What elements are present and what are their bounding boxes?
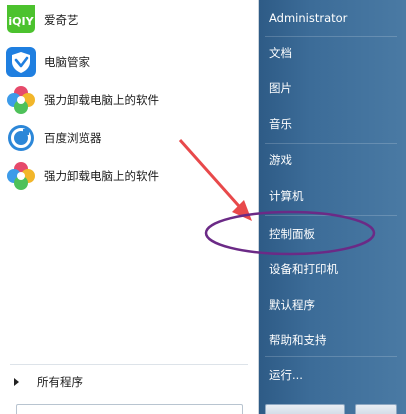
- shutdown-options-button[interactable]: [355, 404, 397, 414]
- user-name[interactable]: Administrator: [269, 8, 347, 28]
- program-label: 电脑管家: [44, 55, 90, 69]
- iqiyi-icon: iQIY: [6, 0, 36, 35]
- triangle-right-icon: [14, 378, 19, 386]
- uninstall-tool-icon: [6, 161, 36, 191]
- divider: [265, 356, 397, 357]
- divider: [10, 364, 248, 365]
- menu-item-music[interactable]: 音乐: [269, 114, 292, 134]
- menu-item-control-panel[interactable]: 控制面板: [269, 224, 315, 244]
- menu-item-run[interactable]: 运行...: [269, 365, 303, 385]
- menu-item-devices-printers[interactable]: 设备和打印机: [269, 259, 338, 279]
- program-label: 百度浏览器: [44, 131, 102, 145]
- all-programs-button[interactable]: 所有程序: [8, 372, 248, 392]
- menu-item-help-support[interactable]: 帮助和支持: [269, 330, 327, 350]
- tencent-pc-manager-icon: [6, 47, 36, 77]
- program-label: 强力卸载电脑上的软件: [44, 169, 159, 183]
- baidu-browser-icon: [6, 123, 36, 153]
- places-pane: Administrator 文档 图片 音乐 游戏 计算机 控制面板 设备和打印…: [259, 0, 406, 414]
- program-item-iqiyi[interactable]: iQIY 爱奇艺: [6, 0, 250, 38]
- program-label: 爱奇艺: [44, 13, 79, 27]
- uninstall-tool-icon: [6, 85, 36, 115]
- program-item-uninstall-2[interactable]: 强力卸载电脑上的软件: [6, 158, 250, 194]
- menu-item-default-programs[interactable]: 默认程序: [269, 295, 315, 315]
- svg-text:iQIY: iQIY: [8, 15, 34, 28]
- program-label: 强力卸载电脑上的软件: [44, 93, 159, 107]
- divider: [265, 143, 397, 144]
- program-item-uninstall-1[interactable]: 强力卸载电脑上的软件: [6, 82, 250, 118]
- divider: [265, 215, 397, 216]
- menu-item-games[interactable]: 游戏: [269, 150, 292, 170]
- programs-pane: iQIY 爱奇艺 电脑管家 强力卸载电脑上的软件 百度浏览器 强力卸载电脑上的软…: [0, 0, 259, 414]
- menu-item-computer[interactable]: 计算机: [269, 186, 304, 206]
- all-programs-label: 所有程序: [37, 375, 83, 389]
- program-item-baidu-browser[interactable]: 百度浏览器: [6, 120, 250, 156]
- start-menu: iQIY 爱奇艺 电脑管家 强力卸载电脑上的软件 百度浏览器 强力卸载电脑上的软…: [0, 0, 406, 414]
- program-item-pc-manager[interactable]: 电脑管家: [6, 44, 250, 80]
- divider: [265, 36, 397, 37]
- search-input[interactable]: [16, 404, 243, 414]
- shutdown-button[interactable]: [265, 404, 345, 414]
- menu-item-documents[interactable]: 文档: [269, 43, 292, 63]
- menu-item-pictures[interactable]: 图片: [269, 78, 292, 98]
